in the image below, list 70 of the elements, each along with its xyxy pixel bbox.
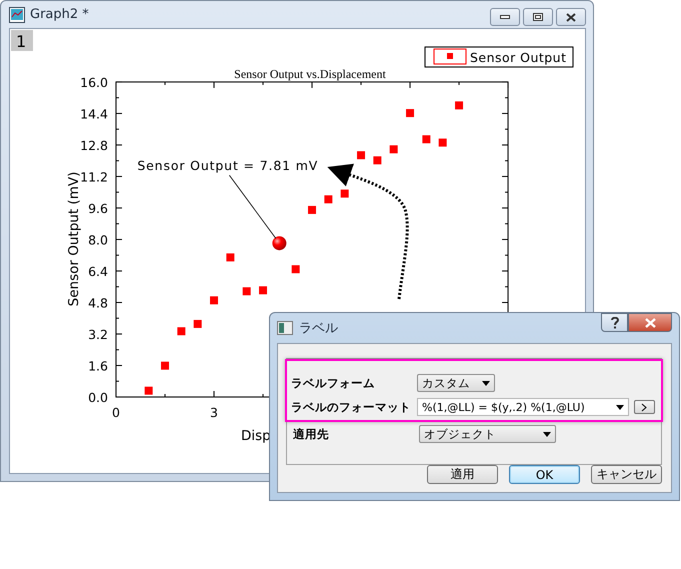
field-label: ラベルのフォーマット [291, 400, 412, 414]
close-button[interactable] [628, 313, 672, 332]
data-point [390, 145, 398, 154]
minimize-button[interactable] [490, 8, 520, 26]
close-icon [644, 318, 656, 328]
chevron-right-icon [641, 402, 648, 412]
data-point [210, 296, 218, 304]
highlighted-data-point [272, 236, 286, 250]
dropdown[interactable]: カスタム [417, 374, 495, 392]
data-point [324, 195, 332, 204]
dialog-title: ラベル [299, 320, 339, 337]
dialog-icon [277, 321, 293, 335]
dialog-button[interactable]: 適用 [427, 465, 498, 484]
y-tick-label: 12.8 [80, 138, 108, 153]
data-point [340, 190, 349, 198]
data-point [177, 327, 186, 336]
layer-number: 1 [16, 32, 26, 51]
y-axis-title: Sensor Output (mV) [66, 172, 82, 306]
y-tick-label: 8.0 [88, 232, 108, 248]
dialog-button[interactable]: キャンセル [591, 465, 662, 484]
minimize-icon [500, 15, 510, 19]
dialog-button[interactable]: OK [509, 465, 580, 484]
x-tick-label: 0 [112, 405, 120, 420]
dropdown[interactable]: オブジェクト [419, 425, 556, 443]
data-point [242, 287, 251, 296]
data-point [194, 320, 202, 328]
y-tick-label: 9.6 [88, 200, 108, 216]
x-axis-title: Disp [241, 428, 271, 444]
data-point [438, 138, 447, 147]
y-tick-label: 14.4 [80, 106, 108, 122]
data-point [406, 109, 414, 118]
x-tick-label: 3 [210, 405, 218, 420]
help-icon [610, 316, 618, 328]
field-label: ラベルフォーム [291, 376, 376, 390]
data-point [455, 101, 464, 110]
restore-icon [533, 13, 543, 21]
data-point [292, 265, 300, 274]
restore-button[interactable] [523, 8, 553, 26]
close-icon [566, 12, 576, 22]
y-tick-label: 16.0 [80, 74, 108, 90]
annotation-label: Sensor Output = 7.81 mV [137, 158, 318, 174]
data-point [161, 362, 169, 370]
layer-badge[interactable] [11, 30, 33, 51]
data-point [373, 156, 382, 164]
graph-window-icon [9, 6, 25, 22]
field-label: 適用先 [293, 426, 330, 442]
data-point [357, 151, 366, 160]
y-tick-label: 11.2 [80, 169, 108, 184]
data-point [422, 135, 430, 144]
data-point [308, 206, 316, 214]
y-tick-label: 3.2 [88, 327, 108, 342]
format-combo-field[interactable]: %(1,@LL) = $(y,.2) %(1,@LU) [417, 398, 629, 416]
legend-box: Sensor Output [424, 46, 574, 68]
window-title: Graph2 * [30, 7, 90, 22]
data-point [226, 253, 234, 262]
legend-label: Sensor Output [470, 50, 566, 65]
dropdown-arrow-icon [543, 432, 551, 436]
y-tick-label: 1.6 [88, 358, 108, 374]
data-point [144, 386, 153, 395]
help-button[interactable] [601, 313, 628, 332]
expand-button[interactable] [634, 400, 655, 414]
dropdown-arrow-icon [616, 404, 624, 410]
y-tick-label: 4.8 [88, 296, 108, 310]
y-tick-label: 6.4 [88, 264, 108, 279]
leader-line [228, 174, 276, 239]
close-button[interactable] [556, 8, 586, 26]
chart-title: Sensor Output vs.Displacement [234, 67, 386, 81]
data-point [259, 286, 268, 294]
dropdown-arrow-icon [482, 380, 490, 386]
y-tick-label: 0.0 [88, 390, 108, 405]
